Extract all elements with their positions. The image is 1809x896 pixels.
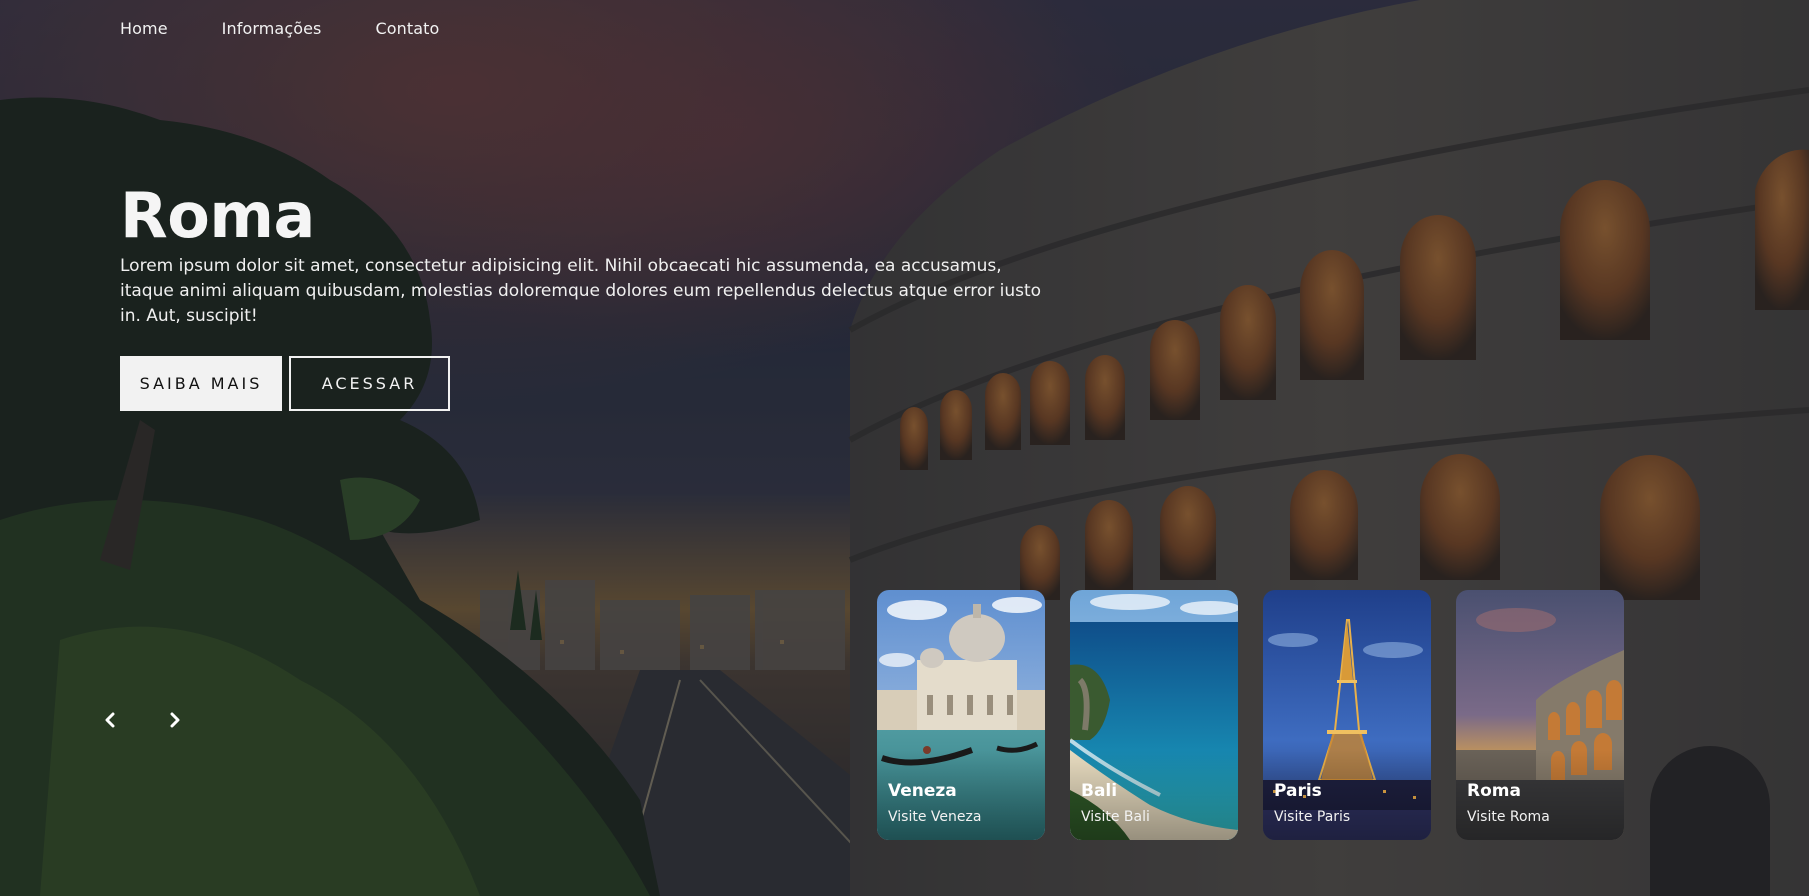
card-title: Bali [1081, 781, 1118, 801]
chevron-right-icon[interactable] [166, 707, 184, 733]
card-title: Paris [1274, 781, 1322, 801]
destination-card-veneza[interactable]: Veneza Visite Veneza [877, 590, 1045, 840]
destination-card-bali[interactable]: Bali Visite Bali [1070, 590, 1238, 840]
acessar-button[interactable]: ACESSAR [289, 356, 450, 411]
hero-description: Lorem ipsum dolor sit amet, consectetur … [120, 256, 1042, 326]
hero-title: Roma [120, 179, 315, 252]
destination-card-paris[interactable]: Paris Visite Paris [1263, 590, 1431, 840]
main-nav: Home Informações Contato [120, 19, 439, 38]
hero-content: Roma Lorem ipsum dolor sit amet, consect… [120, 180, 1050, 411]
card-title: Veneza [888, 781, 957, 801]
card-subtitle: Visite Bali [1081, 809, 1150, 825]
card-subtitle: Visite Roma [1467, 809, 1550, 825]
saiba-mais-button[interactable]: SAIBA MAIS [120, 356, 282, 411]
hero-buttons: SAIBA MAIS ACESSAR [120, 356, 1050, 411]
nav-item-contato[interactable]: Contato [376, 19, 440, 38]
chevron-left-icon[interactable] [101, 707, 119, 733]
destination-cards: Veneza Visite Veneza Bali Visite Bali Pa… [877, 590, 1624, 840]
card-subtitle: Visite Paris [1274, 809, 1351, 825]
card-subtitle: Visite Veneza [888, 809, 982, 825]
nav-item-home[interactable]: Home [120, 19, 168, 38]
nav-item-informacoes[interactable]: Informações [222, 19, 322, 38]
card-title: Roma [1467, 781, 1521, 801]
slider-controls [101, 707, 184, 733]
destination-card-roma[interactable]: Roma Visite Roma [1456, 590, 1624, 840]
